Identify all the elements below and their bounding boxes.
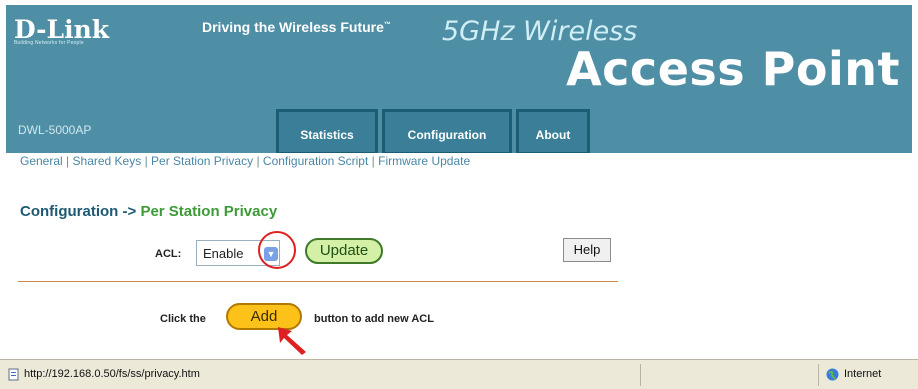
update-button[interactable]: Update bbox=[305, 238, 383, 264]
tab-configuration[interactable]: Configuration bbox=[382, 109, 512, 153]
help-button[interactable]: Help bbox=[563, 238, 611, 262]
subnav-separator: | bbox=[144, 154, 148, 168]
sub-navigation: General | Shared Keys | Per Station Priv… bbox=[20, 154, 470, 168]
trademark-mark: ™ bbox=[383, 21, 391, 29]
add-instruction-suffix: button to add new ACL bbox=[314, 313, 434, 325]
subnav-per-station-privacy[interactable]: Per Station Privacy bbox=[151, 154, 253, 168]
tab-statistics[interactable]: Statistics bbox=[276, 109, 378, 153]
dlink-logo: D-Link Building Networks for People bbox=[14, 15, 144, 57]
acl-selected-value: Enable bbox=[203, 246, 244, 261]
tab-about[interactable]: About bbox=[516, 109, 590, 153]
pointer-arrow-icon bbox=[278, 327, 306, 355]
breadcrumb-current: Per Station Privacy bbox=[140, 203, 278, 220]
subnav-firmware-update[interactable]: Firmware Update bbox=[378, 154, 470, 168]
slogan-text: Driving the Wireless Future bbox=[202, 19, 384, 35]
model-name: DWL-5000AP bbox=[18, 123, 92, 137]
status-divider bbox=[640, 364, 641, 386]
globe-icon bbox=[826, 368, 839, 381]
subnav-general[interactable]: General bbox=[20, 154, 63, 168]
subnav-separator: | bbox=[371, 154, 375, 168]
status-url: http://192.168.0.50/fs/ss/privacy.htm bbox=[24, 368, 200, 380]
breadcrumb-section: Configuration bbox=[20, 203, 119, 220]
browser-status-bar: http://192.168.0.50/fs/ss/privacy.htm In… bbox=[0, 359, 918, 389]
subnav-configuration-script[interactable]: Configuration Script bbox=[263, 154, 368, 168]
security-zone: Internet bbox=[844, 368, 882, 380]
highlight-circle bbox=[258, 231, 296, 269]
add-instruction-prefix: Click the bbox=[160, 313, 206, 325]
breadcrumb-arrow: -> bbox=[122, 203, 137, 220]
subnav-separator: | bbox=[256, 154, 260, 168]
section-divider bbox=[18, 281, 618, 282]
page-header: D-Link Building Networks for People Driv… bbox=[6, 5, 912, 153]
product-title: Access Point bbox=[566, 42, 900, 96]
subnav-separator: | bbox=[66, 154, 70, 168]
logo-tagline: Building Networks for People bbox=[14, 40, 84, 46]
status-divider bbox=[818, 364, 819, 386]
slogan: Driving the Wireless Future™ bbox=[202, 19, 391, 35]
subnav-shared-keys[interactable]: Shared Keys bbox=[73, 154, 142, 168]
acl-label: ACL: bbox=[155, 248, 182, 260]
breadcrumb: Configuration -> Per Station Privacy bbox=[20, 203, 277, 220]
page-icon bbox=[8, 368, 19, 381]
